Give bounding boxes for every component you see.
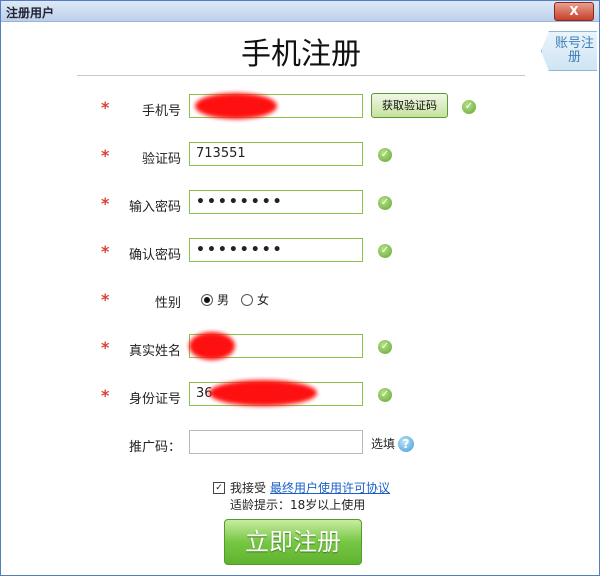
phone-row: * 手机号 获取验证码 ✓ [1, 93, 600, 120]
redaction-mark [195, 93, 277, 119]
phone-label: 手机号 [141, 104, 181, 119]
help-icon[interactable]: ? [398, 435, 415, 452]
required-mark: * [101, 146, 110, 165]
gender-male-radio[interactable] [201, 293, 213, 306]
agreement-line: ✓ 我接受 最终用户使用许可协议 [213, 479, 390, 496]
required-mark: * [101, 98, 110, 117]
check-icon: ✓ [378, 244, 392, 258]
register-now-button[interactable]: 立即注册 [224, 519, 362, 565]
realname-row: * 真实姓名 ✓ [1, 332, 600, 360]
get-captcha-button[interactable]: 获取验证码 [371, 93, 448, 118]
password-label: 输入密码 [128, 200, 181, 215]
realname-label: 真实姓名 [128, 344, 181, 359]
age-tip: 适龄提示：18岁以上使用 [230, 498, 366, 512]
password-input[interactable]: •••••••• [189, 190, 363, 214]
gender-row: * 性别 男 女 [1, 286, 600, 312]
gender-female-label: 女 [257, 293, 270, 307]
license-link[interactable]: 最终用户使用许可协议 [270, 479, 390, 496]
required-mark: * [101, 242, 110, 261]
password-row: * 输入密码 •••••••• ✓ [1, 190, 600, 216]
title-bar: 注册用户 X [1, 1, 599, 22]
check-icon: ✓ [378, 148, 392, 162]
confirm-password-row: * 确认密码 •••••••• ✓ [1, 238, 600, 264]
redaction-mark [189, 332, 235, 360]
agreement-text: 我接受 [230, 481, 267, 495]
confirm-password-input[interactable]: •••••••• [189, 238, 363, 262]
agreement-checkbox[interactable]: ✓ [213, 481, 225, 494]
gender-options: 男 女 [201, 291, 281, 308]
redaction-mark [209, 380, 317, 406]
promo-label: 推广码： [128, 440, 181, 455]
captcha-row: * 验证码 713551 ✓ [1, 142, 600, 168]
promo-row: 推广码： 选填 ? [1, 430, 600, 456]
captcha-input[interactable]: 713551 [189, 142, 363, 166]
confirm-password-label: 确认密码 [128, 248, 181, 263]
captcha-label: 验证码 [141, 152, 181, 167]
close-button[interactable]: X [554, 2, 594, 21]
check-icon: ✓ [378, 340, 392, 354]
required-mark: * [101, 194, 110, 213]
account-register-tab[interactable]: 账号注册 [541, 31, 597, 71]
promo-input[interactable] [189, 430, 363, 454]
idnumber-row: * 身份证号 36 ✓ [1, 380, 600, 408]
required-mark: * [101, 386, 110, 405]
check-icon: ✓ [378, 196, 392, 210]
gender-label: 性别 [154, 296, 181, 311]
check-icon: ✓ [378, 388, 392, 402]
window-title: 注册用户 [6, 6, 55, 20]
page-title: 手机注册 [241, 37, 361, 72]
optional-hint: 选填 ? [371, 435, 415, 452]
idnumber-label: 身份证号 [128, 392, 181, 407]
required-mark: * [101, 290, 110, 309]
required-mark: * [101, 338, 110, 357]
check-icon: ✓ [462, 100, 476, 114]
register-window: 注册用户 X 手机注册 账号注册 * 手机号 获取验证码 ✓ * 验证码 713… [0, 0, 600, 576]
gender-female-radio[interactable] [241, 293, 254, 306]
optional-label: 选填 [371, 437, 396, 451]
gender-male-label: 男 [217, 293, 230, 307]
title-divider [77, 75, 525, 76]
